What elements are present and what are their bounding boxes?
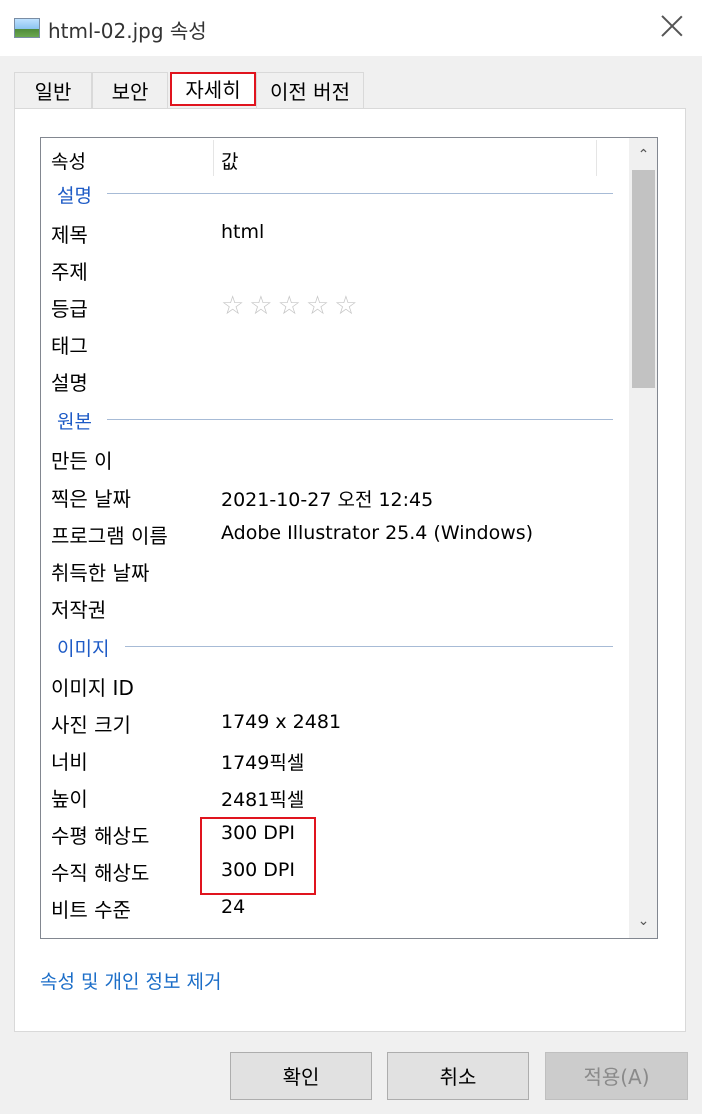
- image-file-icon: [14, 18, 40, 38]
- row-date-taken-value[interactable]: 2021-10-27 오전 12:45: [221, 485, 433, 512]
- group-origin: 원본: [57, 411, 92, 433]
- row-v-resolution-label: 수직 해상도: [51, 861, 150, 885]
- row-h-resolution-label: 수평 해상도: [51, 824, 150, 848]
- vertical-scrollbar[interactable]: ⌃ ⌄: [629, 138, 657, 938]
- row-copyright-label: 저작권: [51, 598, 107, 622]
- row-title-value[interactable]: html: [221, 221, 264, 243]
- ok-button[interactable]: 확인: [230, 1052, 372, 1100]
- window-title: html-02.jpg 속성: [48, 19, 207, 43]
- close-icon[interactable]: [658, 12, 686, 40]
- row-height-label: 높이: [51, 787, 88, 811]
- row-title-label: 제목: [51, 223, 88, 247]
- row-date-taken-label: 찍은 날짜: [51, 487, 131, 511]
- column-divider[interactable]: [596, 140, 597, 176]
- apply-button[interactable]: 적용(A): [545, 1052, 688, 1100]
- column-header-value[interactable]: 값: [221, 147, 238, 174]
- property-list[interactable]: 속성 값 설명 제목 html 주제 등급 ☆☆☆☆☆ 태그 설명 원본 만든 …: [40, 137, 658, 939]
- row-rating-label: 등급: [51, 297, 88, 321]
- scroll-up-icon[interactable]: ⌃: [629, 140, 657, 170]
- tab-details[interactable]: 자세히: [170, 72, 256, 106]
- row-width-label: 너비: [51, 750, 88, 774]
- row-dimensions-value[interactable]: 1749 x 2481: [221, 711, 341, 733]
- row-width-value[interactable]: 1749픽셀: [221, 748, 304, 775]
- group-image: 이미지: [57, 638, 110, 660]
- row-date-acquired-label: 취득한 날짜: [51, 561, 150, 585]
- group-divider: [107, 419, 613, 420]
- group-description: 설명: [57, 185, 92, 207]
- row-tags-label: 태그: [51, 334, 88, 358]
- row-subject-label: 주제: [51, 260, 88, 284]
- group-divider: [125, 646, 613, 647]
- row-bit-depth-label: 비트 수준: [51, 898, 131, 922]
- row-height-value[interactable]: 2481픽셀: [221, 785, 304, 812]
- row-program-name-value[interactable]: Adobe Illustrator 25.4 (Windows): [221, 522, 533, 544]
- row-comments-label: 설명: [51, 371, 88, 395]
- title-bar: html-02.jpg 속성: [0, 0, 702, 56]
- column-header-property[interactable]: 속성: [51, 147, 86, 174]
- column-divider[interactable]: [213, 140, 214, 176]
- cancel-button[interactable]: 취소: [387, 1052, 529, 1100]
- scroll-down-icon[interactable]: ⌄: [629, 906, 657, 936]
- row-bit-depth-value[interactable]: 24: [221, 896, 245, 918]
- row-image-id-label: 이미지 ID: [51, 676, 134, 700]
- resolution-highlight-box: [200, 817, 316, 895]
- remove-properties-link[interactable]: 속성 및 개인 정보 제거: [40, 967, 221, 994]
- rating-stars[interactable]: ☆☆☆☆☆: [221, 291, 363, 321]
- scroll-thumb[interactable]: [632, 170, 655, 388]
- row-authors-label: 만든 이: [51, 449, 113, 473]
- group-divider: [107, 193, 613, 194]
- tab-security[interactable]: 보안: [92, 72, 168, 108]
- row-dimensions-label: 사진 크기: [51, 713, 131, 737]
- column-header: 속성 값: [41, 138, 629, 178]
- tab-general[interactable]: 일반: [14, 72, 92, 108]
- tab-previous-versions[interactable]: 이전 버전: [256, 72, 364, 108]
- row-program-name-label: 프로그램 이름: [51, 524, 168, 548]
